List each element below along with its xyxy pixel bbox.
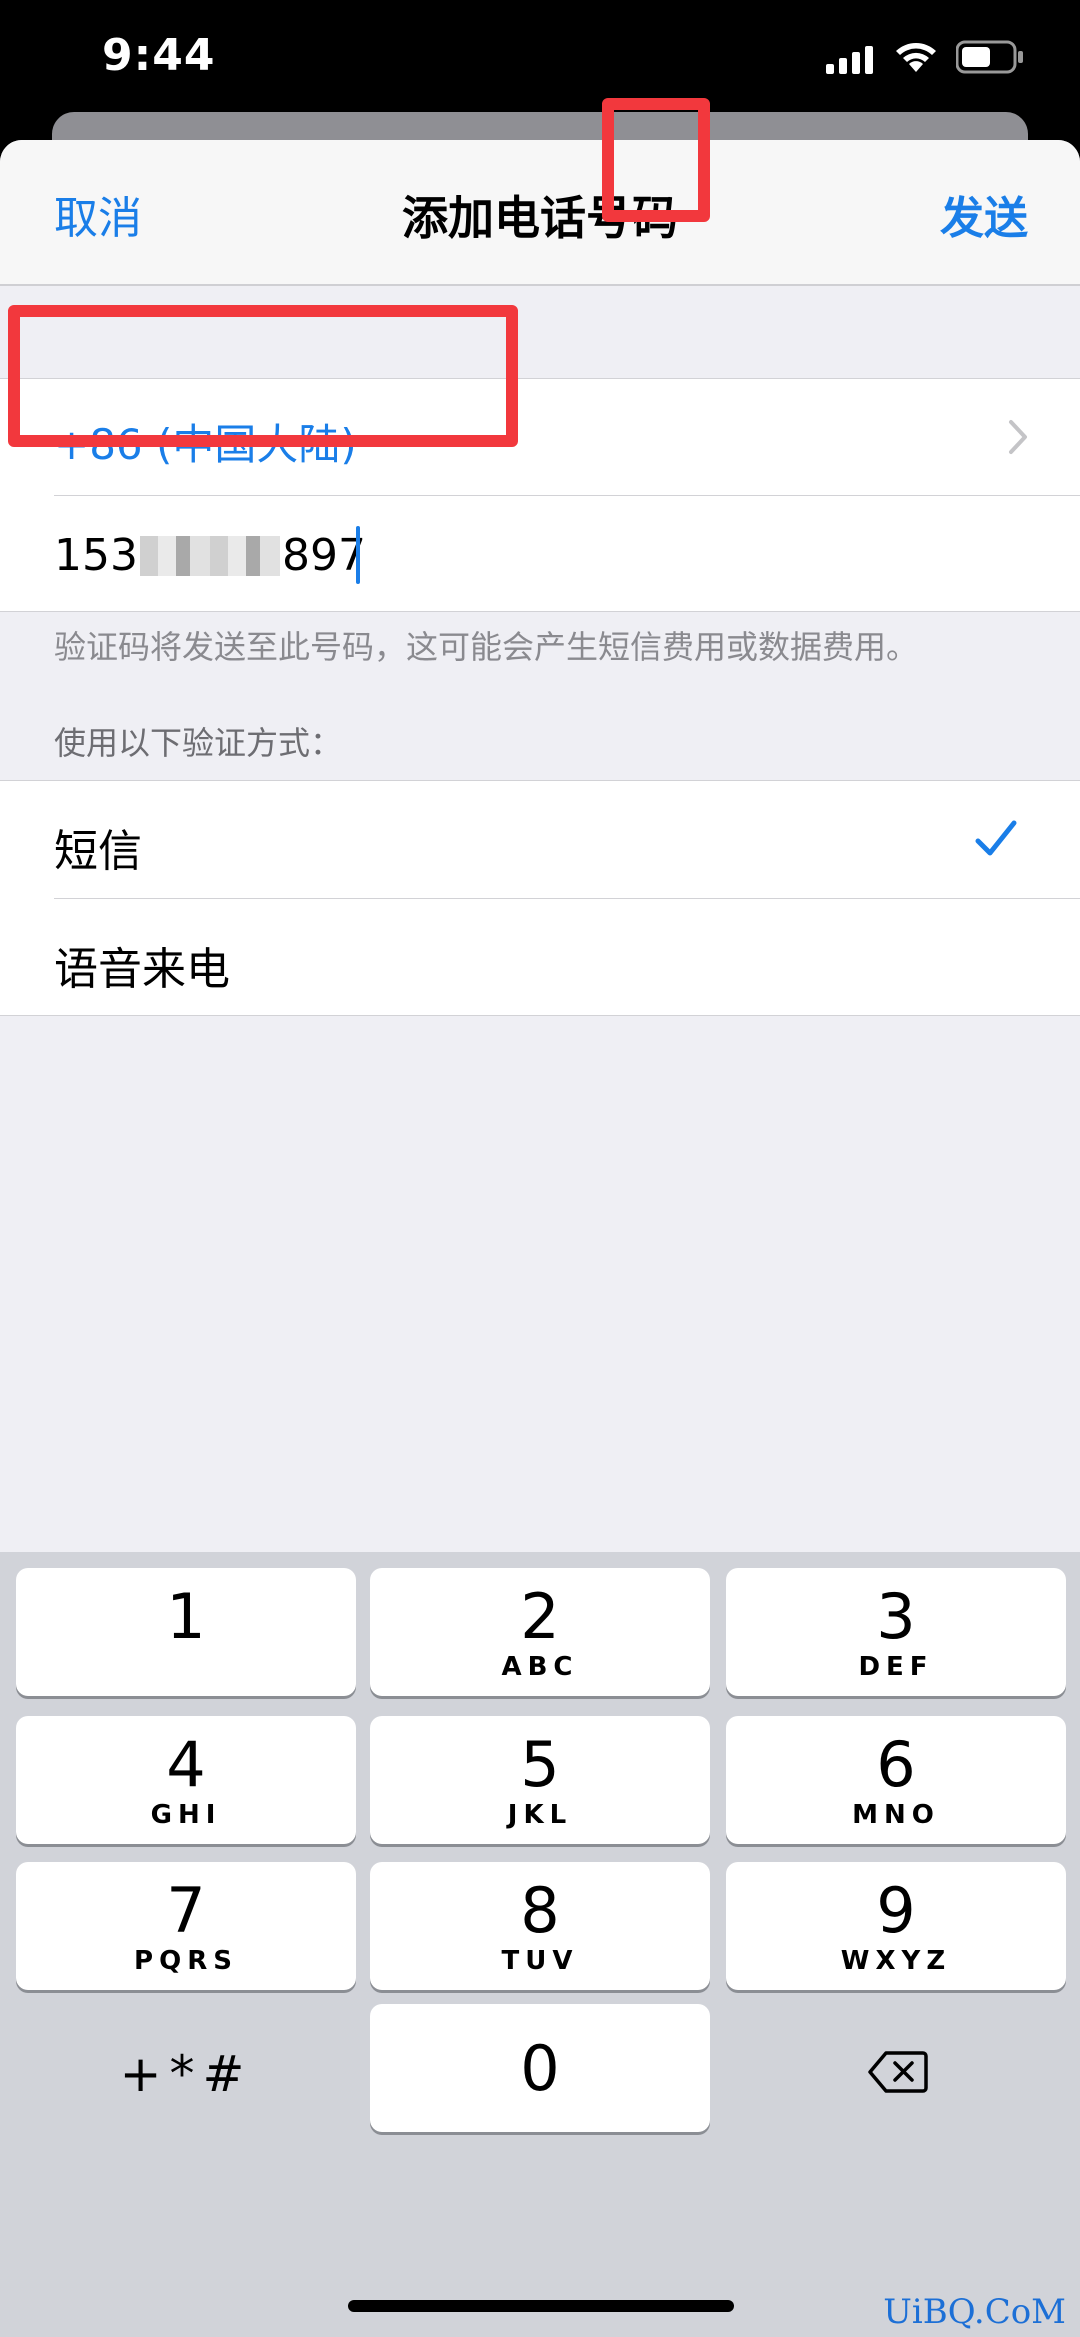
- key-8[interactable]: 8 TUV: [370, 1862, 710, 1990]
- phone-mosaic: [140, 536, 280, 576]
- key-letters: GHI: [150, 1800, 222, 1830]
- verify-section-header: 使用以下验证方式：: [54, 724, 343, 762]
- key-7[interactable]: 7 PQRS: [16, 1862, 356, 1990]
- key-letters: TUV: [501, 1946, 579, 1976]
- option-voice-call[interactable]: 语音来电: [0, 899, 1080, 1016]
- number-pad: 1 2 ABC 3 DEF 4 GHI 5 JKL 6 MNO 7 PQRS 8…: [0, 1552, 1080, 2337]
- key-letters: MNO: [852, 1800, 940, 1830]
- key-6[interactable]: 6 MNO: [726, 1716, 1066, 1844]
- key-digit: 1: [166, 1580, 206, 1653]
- phone-number-field[interactable]: 153 897: [0, 496, 1080, 613]
- option-label: 短信: [54, 826, 142, 877]
- key-3[interactable]: 3 DEF: [726, 1568, 1066, 1696]
- key-letters: PQRS: [134, 1946, 238, 1976]
- key-digit: 4: [166, 1728, 206, 1801]
- key-digit: 3: [876, 1580, 916, 1653]
- highlight-send: [602, 98, 710, 222]
- key-letters: WXYZ: [840, 1946, 952, 1976]
- key-2[interactable]: 2 ABC: [370, 1568, 710, 1696]
- option-label: 语音来电: [54, 944, 230, 995]
- option-sms[interactable]: 短信: [0, 781, 1080, 898]
- key-digit: 5: [520, 1728, 560, 1801]
- hint-text: 验证码将发送至此号码，这可能会产生短信费用或数据费用。: [54, 628, 919, 666]
- watermark: UiBQ.CoM: [883, 2292, 1066, 2332]
- checkmark-icon: [975, 820, 1017, 856]
- status-bar: 9:44: [0, 0, 1080, 110]
- key-letters: ABC: [501, 1652, 579, 1682]
- page-title: 添加电话号码: [402, 191, 678, 245]
- send-button[interactable]: 发送: [940, 182, 1028, 246]
- key-9[interactable]: 9 WXYZ: [726, 1862, 1066, 1990]
- key-letters: JKL: [507, 1800, 573, 1830]
- text-cursor: [356, 526, 360, 584]
- status-time: 9:44: [102, 30, 216, 81]
- key-digit: 9: [876, 1874, 916, 1947]
- cellular-signal-icon: [826, 46, 873, 74]
- nav-bar: 取消 添加电话号码 发送: [0, 140, 1080, 286]
- chevron-right-icon: [1009, 420, 1027, 454]
- backspace-icon: [868, 2051, 928, 2093]
- key-digit: 0: [520, 2032, 560, 2105]
- key-digit: 2: [520, 1580, 560, 1653]
- wifi-icon: [896, 43, 936, 72]
- key-1[interactable]: 1: [16, 1568, 356, 1696]
- phone-prefix: 153: [54, 530, 138, 581]
- battery-icon: [956, 40, 1023, 74]
- home-indicator: [348, 2300, 734, 2312]
- delete-key[interactable]: [726, 2010, 1066, 2138]
- key-5[interactable]: 5 JKL: [370, 1716, 710, 1844]
- key-0[interactable]: 0: [370, 2004, 710, 2132]
- phone-suffix: 897: [282, 530, 366, 581]
- highlight-phone: [8, 305, 518, 447]
- key-letters: DEF: [858, 1652, 934, 1682]
- symbols-key[interactable]: +*#: [16, 2010, 356, 2138]
- key-4[interactable]: 4 GHI: [16, 1716, 356, 1844]
- key-digit: 6: [876, 1728, 916, 1801]
- key-digit: 7: [166, 1874, 206, 1947]
- key-digit: 8: [520, 1874, 560, 1947]
- verify-options: 短信 语音来电: [0, 780, 1080, 1016]
